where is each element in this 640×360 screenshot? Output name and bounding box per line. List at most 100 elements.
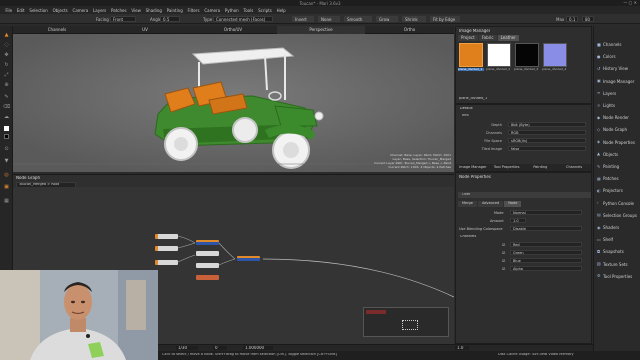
menu-item[interactable]: Painting xyxy=(164,8,185,13)
transform-tool-icon[interactable]: ⊕ xyxy=(3,82,10,88)
frame-start-field[interactable]: 1/30 xyxy=(176,346,198,350)
tab-ortho-uv[interactable]: Ortho/UV xyxy=(189,26,277,34)
brush-preset-icon[interactable]: ◎ xyxy=(3,172,10,178)
select-tool-icon[interactable]: ▲ xyxy=(3,32,10,38)
dock-item[interactable]: ◈ Node Properties xyxy=(594,138,640,147)
grow-button[interactable]: Grow xyxy=(376,16,398,22)
zoom-field[interactable]: 1.0 xyxy=(455,346,469,350)
window-controls[interactable]: — ▢ ✕ xyxy=(623,0,637,5)
tab-project[interactable]: Project xyxy=(458,35,478,41)
tab-image-manager[interactable]: Image Manager xyxy=(456,164,490,171)
tab-perspective[interactable]: Perspective xyxy=(277,26,365,34)
menu-item[interactable]: Camera xyxy=(202,8,222,13)
dock-item[interactable]: ◐ Projectors xyxy=(594,186,640,195)
tab-ortho[interactable]: Ortho xyxy=(365,26,454,34)
menu-item[interactable]: Python xyxy=(222,8,241,13)
tab-advanced[interactable]: Advanced xyxy=(477,201,504,207)
dock-item[interactable]: ↺ History View xyxy=(594,64,640,73)
dock-item[interactable]: ≡ Layers xyxy=(594,89,640,98)
node-graph-minimap[interactable] xyxy=(363,307,449,337)
picker-tool-icon[interactable]: ⊙ xyxy=(3,146,10,152)
menu-item[interactable]: Edit xyxy=(14,8,27,13)
frame-field[interactable]: 0 xyxy=(213,346,227,350)
menu-item[interactable]: Selection xyxy=(27,8,50,13)
grid-tool-icon[interactable]: ▦ xyxy=(3,198,10,204)
dock-item[interactable]: ▦ Patches xyxy=(594,174,640,183)
menu-item[interactable]: Objects xyxy=(50,8,70,13)
tab-channels[interactable]: Channels xyxy=(557,164,591,171)
dock-item[interactable]: ▲ Objects xyxy=(594,150,640,159)
dock-item[interactable]: ▣ Image Manager xyxy=(594,77,640,86)
dock-item[interactable]: ◉ Shaders xyxy=(594,223,640,232)
graph-node-output[interactable] xyxy=(237,256,260,261)
tab-tool-properties[interactable]: Tool Properties xyxy=(490,164,524,171)
eraser-tool-icon[interactable]: ⌫ xyxy=(3,104,10,110)
scale-tool-icon[interactable]: ⤢ xyxy=(3,72,10,78)
tab-fabric[interactable]: Fabric xyxy=(478,35,497,41)
tab-channels[interactable]: Channels xyxy=(13,26,101,34)
image-thumbnail[interactable] xyxy=(459,43,483,67)
move-tool-icon[interactable]: ✥ xyxy=(3,52,10,58)
dock-item[interactable]: ✎ Painting xyxy=(594,162,640,171)
lasso-tool-icon[interactable]: ◌ xyxy=(3,42,10,48)
image-thumbnail[interactable] xyxy=(515,43,539,67)
paint-tool-icon[interactable]: ✎ xyxy=(3,94,10,100)
dock-item[interactable]: ⚙ Tool Properties xyxy=(594,272,640,281)
foreground-color-swatch[interactable] xyxy=(4,126,9,131)
image-thumbnail[interactable] xyxy=(543,43,567,67)
section-info[interactable]: Info xyxy=(462,114,469,118)
menu-item[interactable]: Filters xyxy=(185,8,202,13)
dock-item[interactable]: ◆ Node Render xyxy=(594,113,640,122)
menu-item[interactable]: Patches xyxy=(109,8,129,13)
background-color-swatch[interactable] xyxy=(4,134,9,139)
graph-node[interactable] xyxy=(155,260,178,265)
fit-by-edge-button[interactable]: Fit by Edge xyxy=(430,16,460,22)
menu-item[interactable]: Camera xyxy=(70,8,90,13)
graph-node[interactable] xyxy=(155,246,178,251)
node-name[interactable]: Over xyxy=(462,193,470,197)
dock-item[interactable]: ▧ Texture Sets xyxy=(594,260,640,269)
dock-item[interactable]: ☼ Lights xyxy=(594,101,640,110)
tab-uv[interactable]: UV xyxy=(101,26,189,34)
rotate-tool-icon[interactable]: ↻ xyxy=(3,62,10,68)
graph-node-merge[interactable] xyxy=(196,240,219,245)
graph-node[interactable] xyxy=(155,234,178,239)
fill-tool-icon[interactable]: ▼ xyxy=(3,158,10,164)
dock-item[interactable]: › Python Console xyxy=(594,199,640,208)
none-button[interactable]: None xyxy=(318,16,340,22)
tab-node[interactable]: Node xyxy=(504,201,522,207)
shrink-button[interactable]: Shrink xyxy=(402,16,426,22)
image-thumbnail[interactable] xyxy=(487,43,511,67)
graph-node[interactable] xyxy=(196,263,219,268)
frame-end-field[interactable]: 1.000000 xyxy=(243,346,273,350)
percent-field[interactable]: 80 xyxy=(582,16,594,22)
invert-button[interactable]: Invert xyxy=(292,16,314,22)
dock-item[interactable]: ◘ Snapshots xyxy=(594,247,640,256)
3d-viewport[interactable]: Channel: Base, Layer: Paint, Patch: 1001… xyxy=(13,34,454,172)
menu-item[interactable]: Help xyxy=(274,8,288,13)
stamp-tool-icon[interactable]: ▣ xyxy=(3,184,10,190)
menu-item[interactable]: File xyxy=(3,8,14,13)
graph-node[interactable] xyxy=(196,251,219,256)
smooth-button[interactable]: Smooth xyxy=(344,16,372,22)
menu-item[interactable]: Scripts xyxy=(256,8,274,13)
dock-item[interactable]: ▭ Shelf xyxy=(594,235,640,244)
menu-item[interactable]: Tools xyxy=(241,8,256,13)
dock-item[interactable]: ▤ Selection Groups xyxy=(594,211,640,220)
section-channels[interactable]: Channels xyxy=(460,235,476,239)
tab-merge[interactable]: Merge xyxy=(458,201,477,207)
menu-item[interactable]: Shading xyxy=(143,8,164,13)
smudge-tool-icon[interactable]: ☁ xyxy=(3,114,10,120)
facing-select[interactable]: Front xyxy=(110,16,136,22)
tab-painting[interactable]: Painting xyxy=(524,164,558,171)
angle-field[interactable]: 0.5 xyxy=(160,16,180,22)
menu-item[interactable]: View xyxy=(129,8,143,13)
graph-node[interactable] xyxy=(196,275,219,280)
type-select[interactable]: Connected mesh (Faces) xyxy=(213,16,273,22)
menu-item[interactable]: Layers xyxy=(91,8,109,13)
section-default[interactable]: Default xyxy=(460,107,473,111)
dock-item[interactable]: ■ Channels xyxy=(594,40,640,49)
dock-item[interactable]: ◇ Node Graph xyxy=(594,125,640,134)
max-field[interactable]: 0.1 xyxy=(566,16,578,22)
tab-leather[interactable]: Leather xyxy=(497,35,519,41)
